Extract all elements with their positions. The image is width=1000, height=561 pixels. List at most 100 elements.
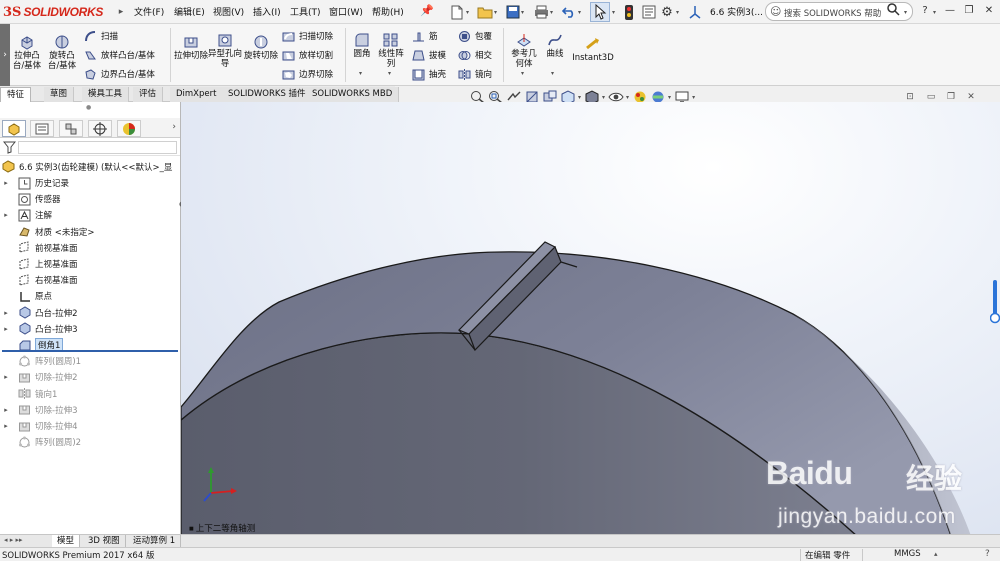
ribbon-collapse-handle[interactable]: › — [0, 24, 10, 86]
panel-grip-handle[interactable]: ● — [86, 104, 94, 111]
tree-item[interactable]: ▸ 凸台-拉伸3 — [0, 321, 180, 337]
tree-expand-icon[interactable]: ▸ — [0, 325, 12, 333]
options-dropdown-icon[interactable]: ▾ — [676, 9, 679, 16]
restore-button[interactable]: ❐ — [962, 4, 976, 18]
draft-button[interactable]: 拔模 — [412, 47, 446, 63]
curves-button[interactable]: 曲线 — [542, 32, 568, 59]
tree-expand-icon[interactable]: ▸ — [0, 373, 12, 381]
menu-insert[interactable]: 插入(I) — [253, 5, 281, 18]
sweep-button[interactable]: 扫描 — [84, 28, 118, 44]
scene-dropdown-icon[interactable]: ▾ — [668, 94, 671, 101]
tree-item[interactable]: ▸ 切除-拉伸3 — [0, 402, 180, 418]
save-dropdown-icon[interactable]: ▾ — [521, 9, 524, 16]
menu-edit[interactable]: 编辑(E) — [174, 5, 205, 18]
dimxpertmanager-tab-icon[interactable] — [88, 120, 112, 137]
mirror-button[interactable]: 镜向 — [458, 66, 492, 82]
menu-window[interactable]: 窗口(W) — [329, 5, 363, 18]
menu-expand-icon[interactable]: ▸ — [116, 2, 126, 22]
loft-boss-button[interactable]: 放样凸台/基体 — [84, 47, 155, 63]
tree-item[interactable]: 右视基准面 — [0, 272, 180, 288]
instant3d-button[interactable]: Instant3D — [572, 36, 614, 63]
curves-dropdown-icon[interactable]: ▾ — [551, 70, 554, 77]
view-orientation-dropdown-icon[interactable]: ▾ — [578, 94, 581, 101]
configurationmanager-tab-icon[interactable] — [59, 120, 83, 137]
graphics-area[interactable]: Baidu 经验 jingyan.baidu.com 上下二等角轴测 — [181, 102, 1000, 536]
print-dropdown-icon[interactable]: ▾ — [550, 9, 553, 16]
close-button[interactable]: ✕ — [982, 4, 996, 18]
tree-expand-icon[interactable]: ▸ — [0, 211, 12, 219]
save-icon[interactable] — [504, 3, 522, 21]
command-tab[interactable]: SOLIDWORKS 插件 — [222, 87, 313, 102]
boundary-cut-button[interactable]: 边界切除 — [282, 66, 333, 82]
select-dropdown-icon[interactable]: ▾ — [612, 9, 615, 16]
fillet-dropdown-icon[interactable]: ▾ — [359, 70, 362, 77]
tree-item[interactable]: ▸ 凸台-拉伸2 — [0, 305, 180, 321]
shell-button[interactable]: 抽壳 — [412, 66, 446, 82]
revolve-cut-button[interactable]: 旋转切除 — [244, 34, 278, 61]
extrude-cut-button[interactable]: 拉伸切除 — [174, 34, 208, 61]
print-icon[interactable] — [532, 3, 550, 21]
panel-tabs-next-icon[interactable]: › — [172, 122, 176, 132]
status-help-icon[interactable]: ? — [985, 549, 990, 559]
menu-help[interactable]: 帮助(H) — [372, 5, 404, 18]
search-icon[interactable] — [884, 3, 902, 17]
tree-item[interactable]: ▸ 切除-拉伸4 — [0, 418, 180, 434]
command-tab[interactable]: SOLIDWORKS MBD — [306, 87, 400, 102]
solidworks-logo[interactable]: 3S SOLIDWORKS — [3, 4, 103, 20]
tree-expand-icon[interactable]: ▸ — [0, 179, 12, 187]
tree-item[interactable]: 镜向1 — [0, 386, 180, 402]
display-style-dropdown-icon[interactable]: ▾ — [602, 94, 605, 101]
propertymanager-tab-icon[interactable] — [30, 120, 54, 137]
view-settings-dropdown-icon[interactable]: ▾ — [692, 94, 695, 101]
revolve-boss-button[interactable]: 旋转凸台/基体 — [44, 34, 80, 71]
new-document-icon[interactable] — [448, 3, 466, 21]
displaymanager-tab-icon[interactable] — [117, 120, 141, 137]
help-question-icon[interactable]: ? — [918, 4, 932, 18]
command-tab[interactable]: 特征 — [0, 87, 32, 102]
tree-item[interactable]: ▸ 注解 — [0, 207, 180, 223]
select-pointer-icon[interactable] — [590, 2, 610, 22]
command-tab[interactable]: 草图 — [44, 87, 75, 102]
units-dropdown-icon[interactable]: ▴ — [934, 550, 938, 558]
tree-item[interactable]: 材质 <未指定> — [0, 224, 180, 240]
undo-icon[interactable] — [560, 3, 578, 21]
open-dropdown-icon[interactable]: ▾ — [494, 9, 497, 16]
bottom-tab[interactable]: 运动算例 1 — [128, 535, 182, 547]
hide-show-dropdown-icon[interactable]: ▾ — [626, 94, 629, 101]
fillet-button[interactable]: 圆角 — [349, 32, 375, 59]
tree-item[interactable]: 上视基准面 — [0, 256, 180, 272]
wrap-button[interactable]: 包覆 — [458, 28, 492, 44]
tree-expand-icon[interactable]: ▸ — [0, 309, 12, 317]
file-properties-icon[interactable] — [640, 3, 658, 21]
tree-item[interactable]: 原点 — [0, 288, 180, 304]
tree-expand-icon[interactable]: ▸ — [0, 406, 12, 414]
extrude-boss-button[interactable]: 拉伸凸台/基体 — [10, 34, 44, 71]
instant3d-triad-icon[interactable] — [686, 3, 704, 21]
linear-pattern-button[interactable]: 线性阵列 — [375, 32, 407, 69]
tree-item[interactable]: ▸ 历史记录 — [0, 175, 180, 191]
tab-scroll-arrows-icon[interactable]: ◂ ▸ ▸▸ — [4, 536, 23, 544]
lofted-cut-button[interactable]: 放样切割 — [282, 47, 333, 63]
zoom-thermometer-handle[interactable] — [990, 280, 1000, 324]
tree-item[interactable]: 阵列(圆周)1 — [0, 353, 180, 369]
open-folder-icon[interactable] — [476, 3, 494, 21]
options-gear-icon[interactable]: ⚙ — [658, 3, 676, 21]
undo-dropdown-icon[interactable]: ▾ — [578, 9, 581, 16]
filter-icon[interactable] — [3, 141, 16, 154]
command-tab[interactable]: 评估 — [133, 87, 164, 102]
featuremanager-tab-icon[interactable] — [2, 120, 26, 137]
rollback-bar[interactable] — [2, 350, 178, 352]
rebuild-traffic-light-icon[interactable] — [620, 3, 638, 21]
tree-filter-input[interactable] — [18, 141, 177, 154]
tree-item[interactable]: 传感器 — [0, 191, 180, 207]
pin-menu-icon[interactable]: 📌 — [420, 4, 434, 18]
rib-button[interactable]: 筋 — [412, 28, 438, 44]
search-dropdown-icon[interactable]: ▾ — [904, 9, 907, 16]
tree-expand-icon[interactable]: ▸ — [0, 422, 12, 430]
hole-wizard-button[interactable]: 异型孔向导 — [208, 32, 242, 69]
tree-root-part[interactable]: 6.6 实例3(齿轮建模) (默认<<默认>_显 — [2, 159, 172, 174]
command-tab[interactable]: 模具工具 — [82, 87, 130, 102]
swept-cut-button[interactable]: 扫描切除 — [282, 28, 333, 44]
menu-file[interactable]: 文件(F) — [134, 5, 164, 18]
status-units[interactable]: MMGS — [894, 549, 921, 559]
